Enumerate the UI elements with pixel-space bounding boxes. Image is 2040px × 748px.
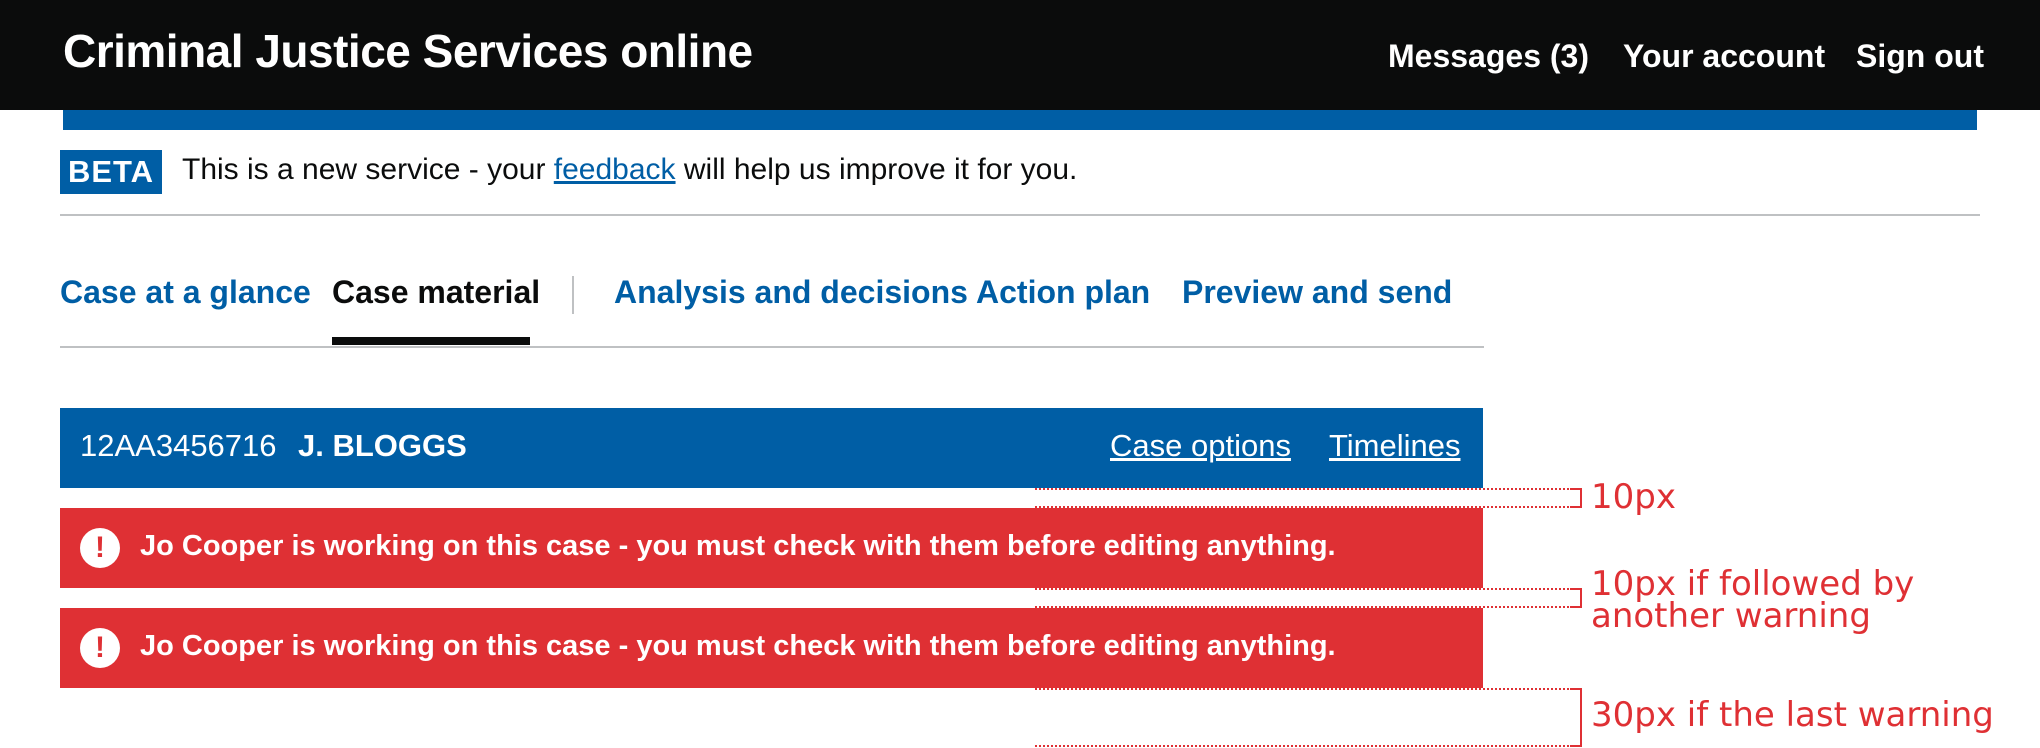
spacing-guide (1035, 688, 1581, 690)
exclamation-icon: ! (80, 628, 120, 668)
annotation-between-warnings-line2: another warning (1591, 596, 1871, 636)
beta-tag: BETA (60, 150, 162, 194)
tab-analysis-and-decisions[interactable]: Analysis and decisions (614, 274, 968, 311)
tab-preview-and-send[interactable]: Preview and send (1182, 274, 1452, 311)
tab-case-material[interactable]: Case material (332, 274, 540, 311)
case-name: J. BLOGGS (298, 428, 467, 463)
feedback-link[interactable]: feedback (554, 153, 676, 186)
spacing-guide (1035, 745, 1581, 747)
case-options-link[interactable]: Case options (1110, 428, 1291, 464)
service-title[interactable]: Criminal Justice Services online (63, 24, 753, 78)
warning-banner: ! Jo Cooper is working on this case - yo… (60, 608, 1483, 688)
warning-banner: ! Jo Cooper is working on this case - yo… (60, 508, 1483, 588)
spacing-guide (1035, 606, 1581, 608)
spacing-guide (1035, 588, 1581, 590)
tab-case-at-a-glance[interactable]: Case at a glance (60, 274, 311, 311)
beta-text-before: This is a new service - your (182, 153, 554, 186)
warning-message: Jo Cooper is working on this case - you … (140, 630, 1336, 662)
header-accent-bar (63, 110, 1977, 130)
tab-separator (572, 276, 574, 314)
spacing-bracket (1570, 688, 1582, 747)
exclamation-icon: ! (80, 528, 120, 568)
your-account-link[interactable]: Your account (1623, 38, 1825, 75)
active-tab-indicator (332, 337, 530, 345)
divider (60, 214, 1980, 216)
timelines-link[interactable]: Timelines (1329, 428, 1461, 464)
beta-text-after: will help us improve it for you. (675, 153, 1078, 186)
messages-link[interactable]: Messages (3) (1388, 38, 1589, 75)
sign-out-link[interactable]: Sign out (1856, 38, 1984, 75)
spacing-guide (1035, 506, 1581, 508)
annotation-last-warning: 30px if the last warning (1591, 695, 1994, 735)
spacing-bracket (1570, 488, 1582, 508)
tabs-divider (60, 346, 1484, 348)
beta-banner-text: This is a new service - your feedback wi… (182, 150, 1077, 190)
spacing-guide (1035, 488, 1581, 490)
case-number: 12AA3456716 (80, 428, 277, 463)
spacing-bracket (1570, 588, 1582, 608)
tab-action-plan[interactable]: Action plan (976, 274, 1150, 311)
case-banner: 12AA3456716 J. BLOGGS Case options Timel… (60, 408, 1483, 488)
annotation-10px: 10px (1591, 477, 1676, 517)
site-header: Criminal Justice Services online Message… (0, 0, 2040, 110)
warning-message: Jo Cooper is working on this case - you … (140, 530, 1336, 562)
